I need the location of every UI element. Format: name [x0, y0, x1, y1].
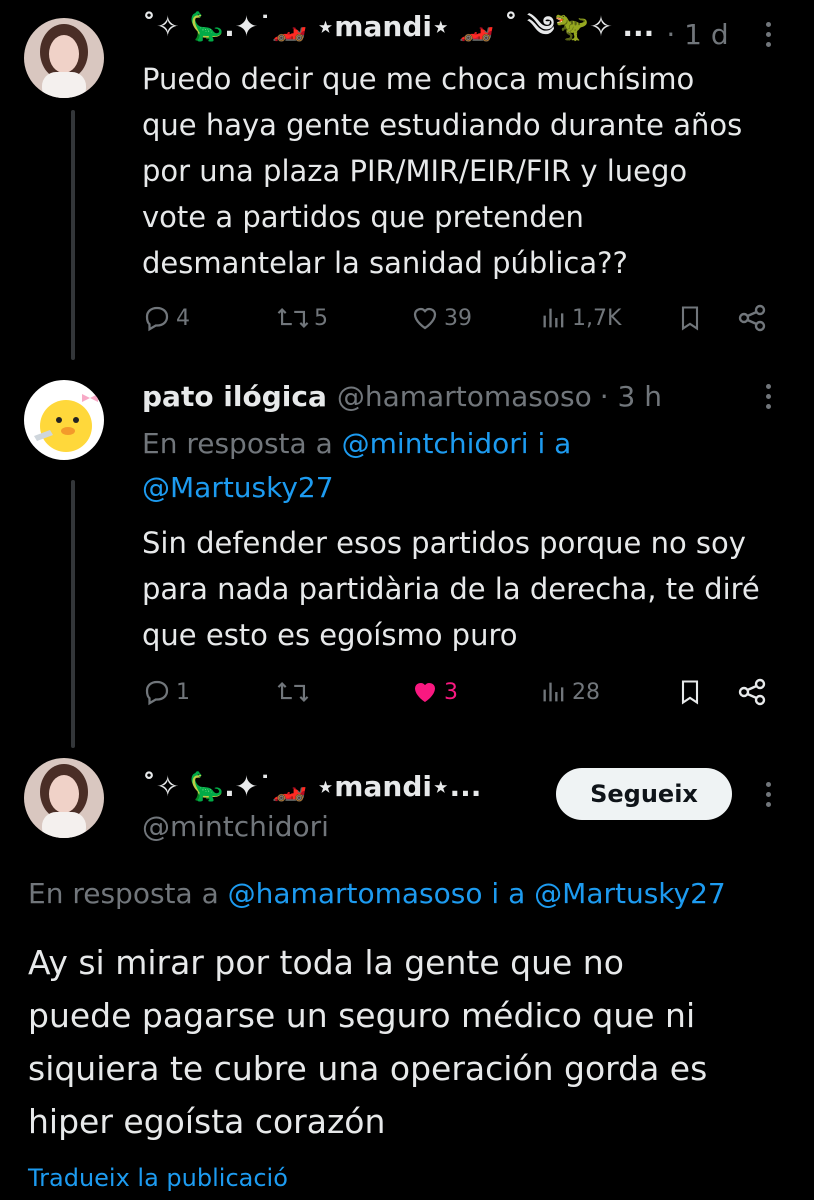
- share-icon: [738, 678, 766, 706]
- timestamp[interactable]: · 3 h: [600, 380, 662, 413]
- tweet-handle-row: @mintchidori: [142, 806, 329, 846]
- tweet-text: Sin defender esos partidos porque no soy…: [142, 520, 760, 658]
- tweet-text-line: que haya gente estudiando durante años: [142, 108, 743, 142]
- tweet-text-line: siquiera te cubre una operación gorda es: [28, 1049, 708, 1088]
- like-button[interactable]: 39: [410, 298, 472, 338]
- tweet-text-line: Puedo decir que me choca muchísimo: [142, 62, 695, 96]
- tweet-text-line: para nada partidària de la derecha, te d…: [142, 572, 760, 606]
- mention-link[interactable]: @hamartomasoso: [228, 877, 483, 910]
- avatar[interactable]: [24, 18, 104, 98]
- share-button[interactable]: [736, 672, 768, 712]
- tweet-header: pato ilógica @hamartomasoso · 3 h: [142, 376, 662, 416]
- mention-link[interactable]: @Martusky27: [534, 877, 726, 910]
- tweet-text-line: Sin defender esos partidos porque no soy: [142, 526, 746, 560]
- reply-joiner: i a: [537, 427, 572, 460]
- reply-prefix: En resposta a: [28, 877, 219, 910]
- heart-icon: [413, 307, 437, 330]
- tweet-text: Puedo decir que me choca muchísimo que h…: [142, 56, 742, 286]
- display-name[interactable]: pato ilógica: [142, 380, 327, 413]
- bookmark-icon: [681, 680, 699, 705]
- handle[interactable]: @hamartomasoso: [337, 380, 592, 413]
- action-bar: 4 5 39 1,7K: [142, 298, 782, 338]
- views-button[interactable]: 28: [540, 672, 600, 712]
- share-icon: [738, 304, 766, 332]
- mention-link[interactable]: @Martusky27: [142, 471, 334, 504]
- mention-link[interactable]: @mintchidori: [342, 427, 529, 460]
- reply-button[interactable]: 1: [142, 672, 190, 712]
- tweet-text: Ay si mirar por toda la gente que no pue…: [28, 936, 707, 1148]
- view-count: 28: [572, 679, 600, 705]
- reply-joiner: i a: [491, 877, 526, 910]
- view-count: 1,7K: [572, 305, 622, 331]
- repost-icon: [277, 307, 309, 329]
- handle[interactable]: @mintchidori: [142, 810, 329, 843]
- more-options-icon[interactable]: [758, 384, 778, 409]
- repost-button[interactable]: [276, 672, 314, 712]
- action-bar: 1 3 28: [142, 672, 782, 712]
- tweet-header: ˚✧ 🦕.✦˙🏎️ ⋆mandi⋆...: [142, 766, 481, 806]
- display-name[interactable]: ˚✧ 🦕.✦˙🏎️ ⋆mandi⋆...: [142, 770, 481, 803]
- tweet-text-line: puede pagarse un seguro médico que ni: [28, 996, 696, 1035]
- repost-count: 5: [314, 305, 328, 331]
- reply-count: 4: [176, 305, 190, 331]
- tweet-header: ˚✧ 🦕.✦˙🏎️ ⋆mandi⋆ 🏎️ ˚ ༄🦖✧ ... · 1 d: [142, 10, 729, 54]
- views-button[interactable]: 1,7K: [540, 298, 621, 338]
- avatar[interactable]: [24, 380, 104, 460]
- like-button[interactable]: 3: [410, 672, 458, 712]
- reply-context: En resposta a @mintchidori i a @Martusky…: [142, 422, 742, 510]
- reply-icon: [145, 306, 169, 332]
- more-options-icon[interactable]: [758, 782, 778, 807]
- reply-button[interactable]: 4: [142, 298, 190, 338]
- follow-button[interactable]: Segueix: [556, 768, 732, 820]
- repost-icon: [277, 681, 309, 703]
- bookmark-button[interactable]: [676, 672, 704, 712]
- tweet-text-line: que esto es egoísmo puro: [142, 618, 518, 652]
- tweet-text-line: desmantelar la sanidad pública??: [142, 246, 628, 280]
- reply-prefix: En resposta a: [142, 427, 333, 460]
- reply-icon: [145, 680, 169, 706]
- like-count: 39: [444, 305, 472, 331]
- like-count: 3: [444, 679, 458, 705]
- heart-filled-icon: [415, 683, 435, 702]
- repost-button[interactable]: 5: [276, 298, 328, 338]
- analytics-icon: [543, 308, 564, 328]
- share-button[interactable]: [736, 298, 768, 338]
- tweet-text-line: hiper egoísta corazón: [28, 1102, 386, 1141]
- reply-context: En resposta a @hamartomasoso i a @Martus…: [28, 872, 808, 916]
- bookmark-button[interactable]: [676, 298, 704, 338]
- thread-line: [71, 480, 75, 748]
- thread-line: [71, 110, 75, 360]
- more-options-icon[interactable]: [758, 22, 778, 47]
- avatar[interactable]: [24, 758, 104, 838]
- reply-count: 1: [176, 679, 190, 705]
- tweet-text-line: Ay si mirar por toda la gente que no: [28, 943, 624, 982]
- translate-link[interactable]: Tradueix la publicació: [28, 1164, 288, 1192]
- analytics-icon: [543, 682, 564, 702]
- tweet-text-line: vote a partidos que pretenden: [142, 200, 584, 234]
- bookmark-icon: [681, 306, 699, 331]
- tweet-text-line: por una plaza PIR/MIR/EIR/FIR y luego: [142, 154, 688, 188]
- timestamp[interactable]: · 1 d: [666, 18, 728, 51]
